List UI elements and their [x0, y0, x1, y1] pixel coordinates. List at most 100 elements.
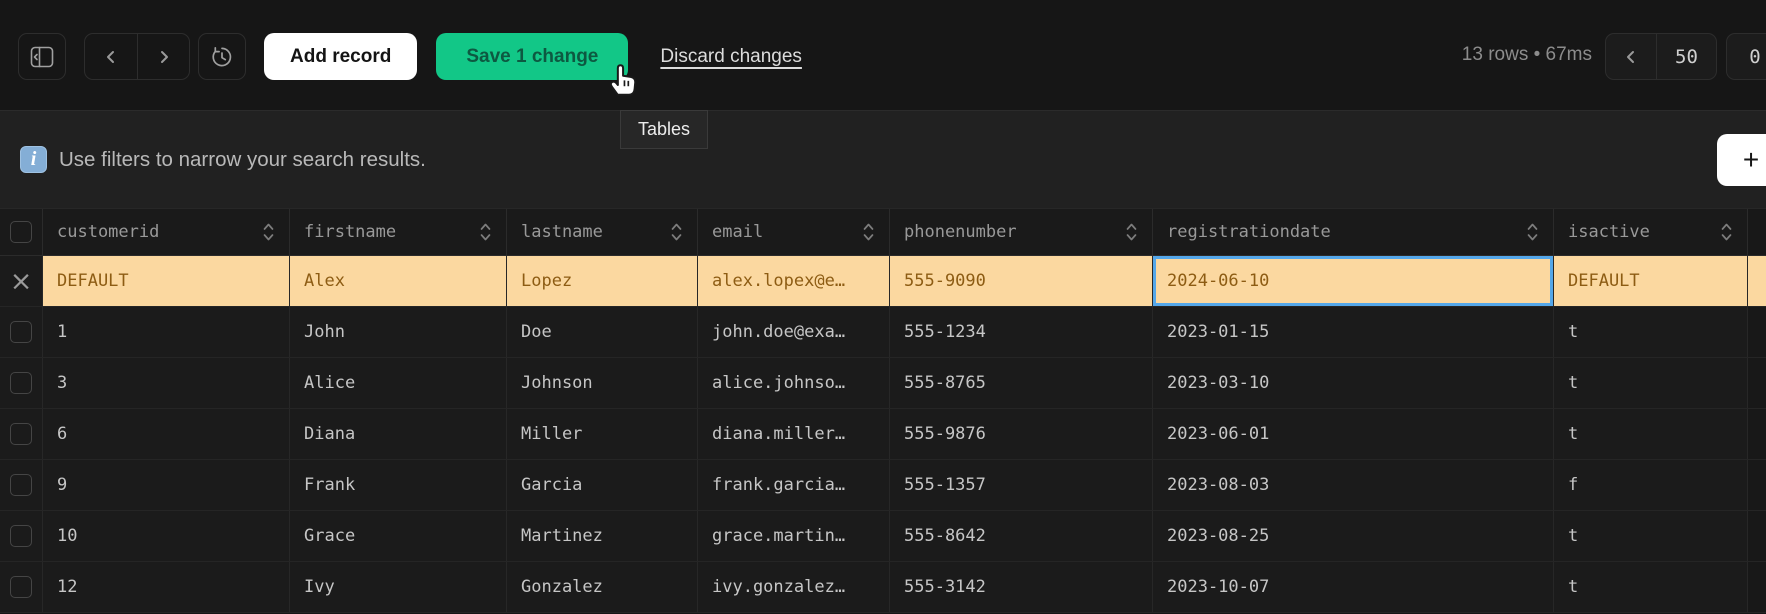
cell-registrationdate[interactable]: 2023-03-10 — [1153, 358, 1554, 408]
cell-phonenumber[interactable]: 555-3142 — [890, 562, 1153, 612]
cell-lastname[interactable]: Garcia — [507, 460, 698, 510]
page-prev-button[interactable] — [1606, 34, 1656, 79]
cell-isactive[interactable]: t — [1554, 409, 1748, 459]
cell-registrationdate[interactable]: 2023-01-15 — [1153, 307, 1554, 357]
row-filler — [1748, 409, 1766, 459]
cell-customerid[interactable]: DEFAULT — [43, 256, 290, 306]
select-all-checkbox[interactable] — [10, 221, 32, 243]
row-select-cell[interactable] — [0, 358, 43, 408]
column-header-email[interactable]: email — [698, 209, 890, 255]
cell-customerid[interactable]: 10 — [43, 511, 290, 561]
row-filler — [1748, 307, 1766, 357]
cell-phonenumber[interactable]: 555-8642 — [890, 511, 1153, 561]
cell-email[interactable]: alex.lopex@e… — [698, 256, 890, 306]
save-changes-button[interactable]: Save 1 change — [436, 33, 628, 80]
discard-changes-link[interactable]: Discard changes — [660, 46, 802, 68]
row-checkbox[interactable] — [10, 372, 32, 394]
cell-phonenumber[interactable]: 555-9090 — [890, 256, 1153, 306]
cell-phonenumber[interactable]: 555-8765 — [890, 358, 1153, 408]
page-offset-field[interactable]: 0 — [1726, 33, 1766, 80]
cell-phonenumber[interactable]: 555-9876 — [890, 409, 1153, 459]
column-header-customerid[interactable]: customerid — [43, 209, 290, 255]
cell-firstname[interactable]: Alice — [290, 358, 507, 408]
sidebar-toggle-button[interactable] — [18, 33, 66, 80]
column-header-phonenumber[interactable]: phonenumber — [890, 209, 1153, 255]
cell-lastname[interactable]: Gonzalez — [507, 562, 698, 612]
cell-phonenumber[interactable]: 555-1357 — [890, 460, 1153, 510]
row-select-cell[interactable] — [0, 511, 43, 561]
cell-customerid[interactable]: 12 — [43, 562, 290, 612]
column-label: customerid — [57, 222, 159, 242]
cell-isactive[interactable]: t — [1554, 511, 1748, 561]
row-checkbox[interactable] — [10, 576, 32, 598]
cell-registrationdate[interactable]: 2023-06-01 — [1153, 409, 1554, 459]
cell-lastname[interactable]: Martinez — [507, 511, 698, 561]
table-row: 12IvyGonzalezivy.gonzalez…555-31422023-1… — [0, 562, 1766, 613]
cell-isactive[interactable]: t — [1554, 307, 1748, 357]
cell-isactive[interactable]: t — [1554, 562, 1748, 612]
cell-lastname[interactable]: Doe — [507, 307, 698, 357]
cell-registrationdate[interactable]: 2023-10-07 — [1153, 562, 1554, 612]
cell-isactive[interactable]: DEFAULT — [1554, 256, 1748, 306]
cell-registrationdate[interactable]: 2024-06-10 — [1153, 256, 1554, 306]
cell-firstname[interactable]: Diana — [290, 409, 507, 459]
cell-customerid[interactable]: 9 — [43, 460, 290, 510]
cell-lastname[interactable]: Lopez — [507, 256, 698, 306]
cell-registrationdate[interactable]: 2023-08-03 — [1153, 460, 1554, 510]
forward-button[interactable] — [137, 34, 189, 79]
cell-email[interactable]: ivy.gonzalez… — [698, 562, 890, 612]
sort-icon[interactable] — [670, 220, 683, 244]
cell-customerid[interactable]: 3 — [43, 358, 290, 408]
sort-icon[interactable] — [1125, 220, 1138, 244]
add-record-button[interactable]: Add record — [264, 33, 417, 80]
cell-customerid[interactable]: 6 — [43, 409, 290, 459]
cell-email[interactable]: alice.johnso… — [698, 358, 890, 408]
select-all-cell[interactable] — [0, 209, 43, 255]
cell-firstname[interactable]: Frank — [290, 460, 507, 510]
cell-firstname[interactable]: Ivy — [290, 562, 507, 612]
info-message: Use filters to narrow your search result… — [59, 148, 426, 172]
row-select-cell[interactable] — [0, 409, 43, 459]
cell-email[interactable]: frank.garcia… — [698, 460, 890, 510]
page-size-field[interactable]: 50 — [1656, 34, 1716, 79]
cell-registrationdate[interactable]: 2023-08-25 — [1153, 511, 1554, 561]
sort-icon[interactable] — [479, 220, 492, 244]
cell-firstname[interactable]: John — [290, 307, 507, 357]
row-select-cell[interactable]: × — [0, 256, 43, 306]
cell-email[interactable]: grace.martin… — [698, 511, 890, 561]
row-select-cell[interactable] — [0, 307, 43, 357]
column-label: registrationdate — [1167, 222, 1331, 242]
column-header-lastname[interactable]: lastname — [507, 209, 698, 255]
row-select-cell[interactable] — [0, 562, 43, 612]
add-filter-button[interactable]: + — [1717, 134, 1766, 186]
column-label: phonenumber — [904, 222, 1017, 242]
query-history-button[interactable] — [198, 33, 246, 80]
sort-icon[interactable] — [1720, 220, 1733, 244]
cell-isactive[interactable]: t — [1554, 358, 1748, 408]
row-select-cell[interactable] — [0, 460, 43, 510]
sort-icon[interactable] — [1526, 220, 1539, 244]
row-filler — [1748, 358, 1766, 408]
cell-customerid[interactable]: 1 — [43, 307, 290, 357]
cell-firstname[interactable]: Grace — [290, 511, 507, 561]
sort-icon[interactable] — [262, 220, 275, 244]
row-checkbox[interactable] — [10, 321, 32, 343]
column-header-registrationdate[interactable]: registrationdate — [1153, 209, 1554, 255]
cell-isactive[interactable]: f — [1554, 460, 1748, 510]
cell-firstname[interactable]: Alex — [290, 256, 507, 306]
back-button[interactable] — [85, 34, 137, 79]
cell-phonenumber[interactable]: 555-1234 — [890, 307, 1153, 357]
collapse-panel-icon — [30, 46, 54, 68]
cell-email[interactable]: diana.miller… — [698, 409, 890, 459]
tables-tooltip: Tables — [620, 110, 708, 149]
column-header-isactive[interactable]: isactive — [1554, 209, 1748, 255]
row-checkbox[interactable] — [10, 474, 32, 496]
row-checkbox[interactable] — [10, 525, 32, 547]
cell-lastname[interactable]: Johnson — [507, 358, 698, 408]
sort-icon[interactable] — [862, 220, 875, 244]
row-checkbox[interactable] — [10, 423, 32, 445]
row-delete-icon[interactable]: × — [10, 268, 33, 295]
column-header-firstname[interactable]: firstname — [290, 209, 507, 255]
cell-email[interactable]: john.doe@exa… — [698, 307, 890, 357]
cell-lastname[interactable]: Miller — [507, 409, 698, 459]
